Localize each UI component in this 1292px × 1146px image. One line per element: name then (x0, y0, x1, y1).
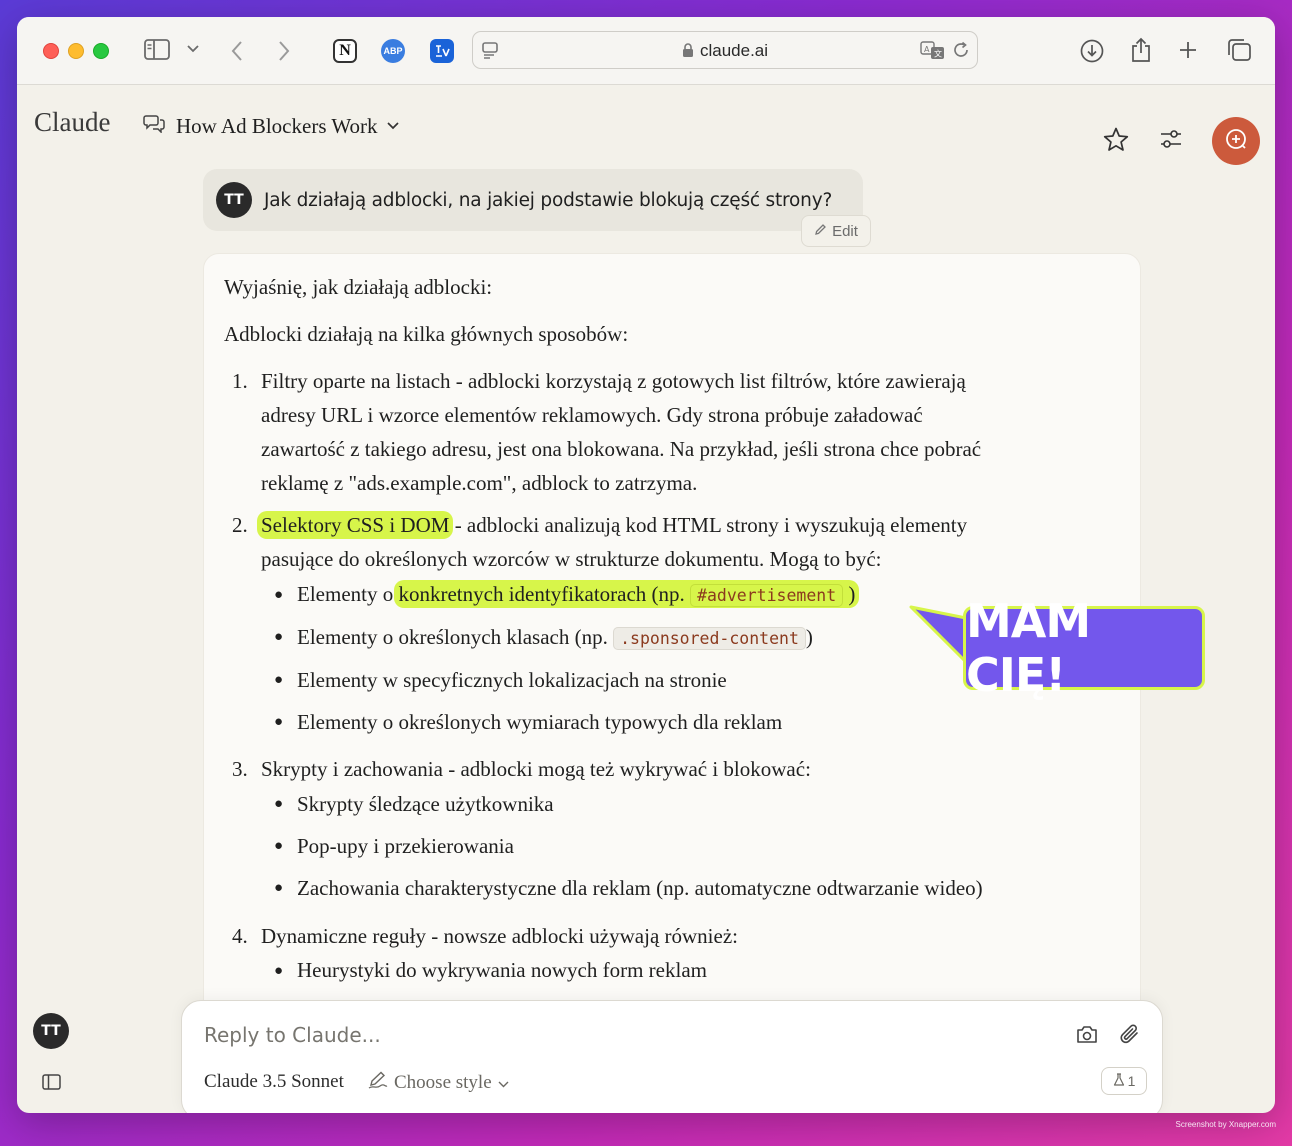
brand-logo[interactable]: Claude (34, 107, 110, 138)
list-number: 2. (232, 513, 248, 537)
highlighted-text: konkretnych identyfikatorach (np. #adver… (394, 580, 860, 608)
list-item: Pop-upy i przekierowania (297, 834, 514, 858)
chevron-down-icon (498, 1072, 509, 1094)
edit-message-button[interactable]: Edit (801, 215, 871, 247)
reply-input[interactable]: Reply to Claude... (204, 1023, 381, 1047)
bullet: ● (274, 838, 284, 854)
app-header: Claude How Ad Blockers Work (17, 85, 1275, 165)
star-icon[interactable] (1103, 127, 1129, 157)
camera-icon[interactable] (1076, 1025, 1098, 1044)
sidebar-panel-icon[interactable] (42, 1074, 62, 1095)
list-item: Elementy o określonych wymiarach typowyc… (297, 710, 783, 734)
svg-text:A: A (924, 45, 930, 54)
bullet: ● (274, 714, 284, 730)
chat-plus-icon (1224, 127, 1248, 156)
browser-toolbar: N ABP claude.ai A文 (17, 17, 1275, 85)
close-window-button[interactable] (43, 43, 59, 59)
list-item-dynamic-rules: Dynamiczne reguły - nowsze adblocki używ… (261, 924, 738, 948)
bullet: ● (274, 963, 284, 979)
bullet: ● (274, 796, 284, 812)
svg-text:文: 文 (934, 49, 942, 59)
new-tab-icon[interactable] (1178, 40, 1198, 60)
minimize-window-button[interactable] (68, 43, 84, 59)
notion-icon[interactable]: N (333, 39, 357, 63)
chat-bubbles-icon (143, 113, 165, 133)
tab-overview-icon[interactable] (1226, 38, 1252, 62)
flask-icon (1113, 1072, 1125, 1090)
share-icon[interactable] (1130, 37, 1152, 63)
reply-composer: Reply to Claude... Claude 3.5 Sonnet Cho… (181, 1000, 1163, 1113)
adblock-plus-icon[interactable]: ABP (381, 39, 405, 63)
sidebar-toggle-icon[interactable] (144, 39, 172, 61)
bullet: ● (274, 629, 284, 645)
translate-extension-icon[interactable] (430, 39, 454, 63)
settings-sliders-icon[interactable] (1159, 129, 1183, 154)
code-snippet: .sponsored-content (613, 627, 806, 650)
chevron-down-icon (387, 111, 399, 136)
pencil-icon (814, 223, 827, 240)
list-item-scripts: Skrypty i zachowania - adblocki mogą też… (261, 757, 811, 781)
paperclip-icon[interactable] (1118, 1023, 1140, 1045)
back-icon[interactable] (230, 40, 244, 62)
assistant-lead: Adblocki działają na kilka głównych spos… (224, 322, 629, 346)
lock-icon (682, 43, 694, 63)
url-text: claude.ai (699, 41, 769, 60)
forward-icon[interactable] (277, 40, 291, 62)
user-message-text: Jak działają adblocki, na jakiej podstaw… (264, 190, 833, 211)
maximize-window-button[interactable] (93, 43, 109, 59)
new-chat-button[interactable] (1212, 117, 1260, 165)
reload-icon[interactable] (952, 41, 970, 59)
list-item: Elementy o konkretnych identyfikatorach … (297, 577, 860, 613)
url-display: claude.ai (473, 41, 977, 63)
list-item-filters: Filtry oparte na listach - adblocki korz… (261, 369, 982, 495)
highlighted-text: Selektory CSS i DOM (257, 511, 454, 539)
bullet: ● (274, 880, 284, 896)
model-selector[interactable]: Claude 3.5 Sonnet (204, 1071, 344, 1093)
bullet: ● (274, 672, 284, 688)
list-number: 4. (232, 924, 248, 948)
assistant-intro: Wyjaśnię, jak działają adblocki: (224, 275, 493, 299)
style-selector[interactable]: Choose style (368, 1071, 509, 1095)
list-item: Skrypty śledzące użytkownika (297, 792, 554, 816)
list-number: 3. (232, 757, 248, 781)
pen-style-icon (368, 1071, 388, 1095)
screenshot-credit: Screenshot by Xnapper.com (1175, 1120, 1276, 1129)
project-knowledge-counter[interactable]: 1 (1101, 1067, 1147, 1095)
list-item: Zachowania charakterystyczne dla reklam … (297, 876, 983, 900)
list-item: Heurystyki do wykrywania nowych form rek… (297, 958, 707, 982)
user-message: TT Jak działają adblocki, na jakiej pods… (203, 169, 863, 231)
browser-window: N ABP claude.ai A文 Claude How Ad Blocker… (17, 17, 1275, 1113)
address-bar[interactable]: claude.ai A文 (472, 31, 978, 69)
callout-annotation: MAM CIĘ! (963, 594, 1205, 702)
bullet: ● (274, 587, 284, 603)
conversation-title[interactable]: How Ad Blockers Work (176, 111, 399, 139)
list-number: 1. (232, 369, 248, 393)
list-item: Elementy w specyficznych lokalizacjach n… (297, 668, 727, 692)
list-item: Elementy o określonych klasach (np. .spo… (297, 625, 813, 650)
code-snippet: #advertisement (690, 584, 844, 607)
downloads-icon[interactable] (1080, 39, 1104, 63)
list-item-selectors: Selektory CSS i DOM - adblocki analizują… (257, 508, 1101, 576)
account-avatar[interactable]: TT (33, 1013, 69, 1049)
translate-page-icon[interactable]: A文 (920, 40, 946, 60)
chevron-down-icon[interactable] (187, 45, 199, 53)
user-avatar: TT (216, 182, 252, 218)
